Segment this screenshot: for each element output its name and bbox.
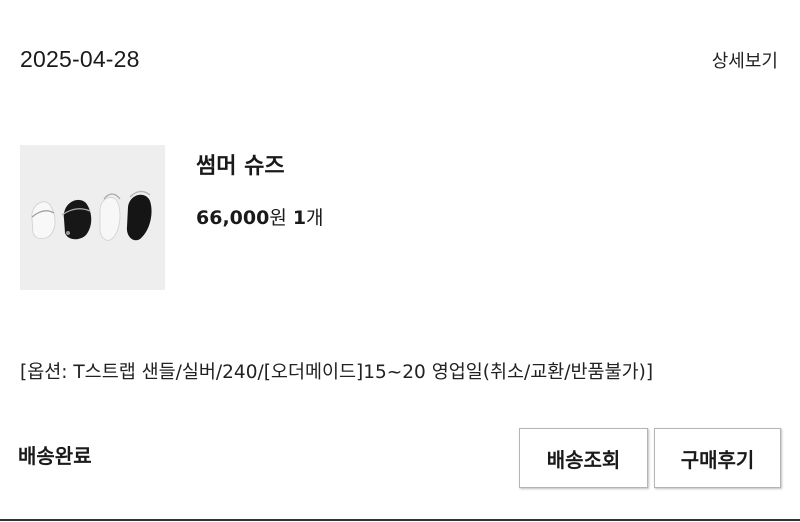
view-details-link[interactable]: 상세보기 xyxy=(712,47,778,73)
order-date: 2025-04-28 xyxy=(20,46,140,72)
product-thumbnail[interactable] xyxy=(20,145,165,290)
product-options: [옵션: T스트랩 샌들/실버/240/[오더메이드]15~20 영업일(취소/… xyxy=(20,362,654,383)
quantity-unit: 개 xyxy=(306,207,324,229)
price-quantity: 66,000원 1개 xyxy=(196,203,324,230)
product-quantity: 1 xyxy=(292,207,307,229)
sandals-icon xyxy=(31,190,152,241)
write-review-button[interactable]: 구매후기 xyxy=(654,428,781,488)
product-price: 66,000 xyxy=(196,207,270,229)
delivery-status: 배송완료 xyxy=(18,444,92,468)
price-unit: 원 xyxy=(269,207,287,229)
track-delivery-button[interactable]: 배송조회 xyxy=(519,428,648,488)
product-name[interactable]: 썸머 슈즈 xyxy=(196,148,285,180)
divider xyxy=(0,519,800,521)
